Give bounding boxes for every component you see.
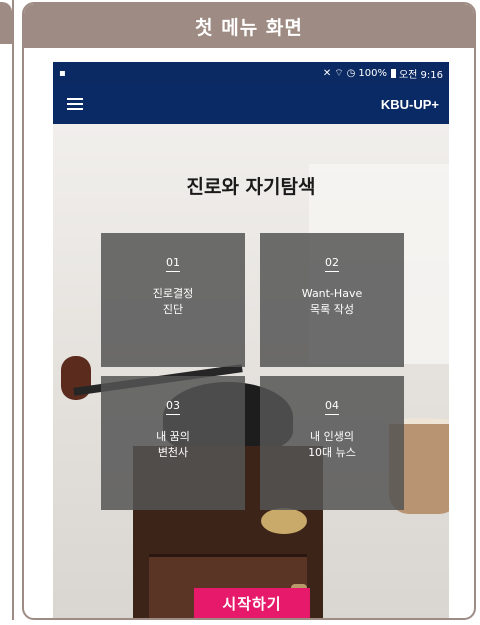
start-button[interactable]: 시작하기 <box>194 588 310 618</box>
tile-number: 01 <box>166 256 180 272</box>
status-time: 오전 9:16 <box>398 69 443 81</box>
menu-tile-want-have[interactable]: 02 Want-Have 목록 작성 <box>260 233 404 367</box>
grinder-badge <box>261 508 307 534</box>
status-icons: ✕ ⌔ ◷ 100% 오전 9:16 <box>323 66 443 81</box>
card-header-title: 첫 메뉴 화면 <box>195 16 303 39</box>
tile-number: 04 <box>325 399 339 415</box>
menu-tile-career-diagnosis[interactable]: 01 진로결정 진단 <box>101 233 245 367</box>
alarm-icon: ◷ <box>346 67 356 79</box>
tile-label: 내 인생의 10대 뉴스 <box>308 430 356 459</box>
main-title: 진로와 자기탐색 <box>186 176 316 198</box>
app-title: KBU-UP+ <box>380 96 439 112</box>
image-notification-icon: ▪ <box>59 67 66 79</box>
status-bar: ▪ ✕ ⌔ ◷ 100% 오전 9:16 <box>53 62 449 84</box>
mute-icon: ✕ <box>322 67 332 79</box>
battery-percent: 100% <box>358 67 387 79</box>
app-bar: KBU-UP+ <box>53 84 449 124</box>
tile-label: Want-Have 목록 작성 <box>301 287 363 316</box>
menu-tile-life-news[interactable]: 04 내 인생의 10대 뉴스 <box>260 376 404 510</box>
tile-label: 내 꿈의 변천사 <box>156 430 190 459</box>
screen-card: 첫 메뉴 화면 ▪ ✕ ⌔ ◷ 100% 오전 9:16 KBU-UP+ 진로와… <box>22 2 476 620</box>
menu-icon[interactable] <box>67 98 83 110</box>
tile-label: 진로결정 진단 <box>152 287 194 316</box>
tile-number: 02 <box>325 256 339 272</box>
wifi-icon: ⌔ <box>334 67 344 79</box>
adjacent-card-header <box>0 2 12 44</box>
adjacent-card-edge <box>0 0 14 620</box>
phone-screen: ▪ ✕ ⌔ ◷ 100% 오전 9:16 KBU-UP+ 진로와 자기탐색 01… <box>53 62 449 618</box>
battery-icon <box>390 68 396 78</box>
tile-number: 03 <box>166 399 180 415</box>
menu-tile-dream-history[interactable]: 03 내 꿈의 변천사 <box>101 376 245 510</box>
card-header: 첫 메뉴 화면 <box>24 4 474 48</box>
